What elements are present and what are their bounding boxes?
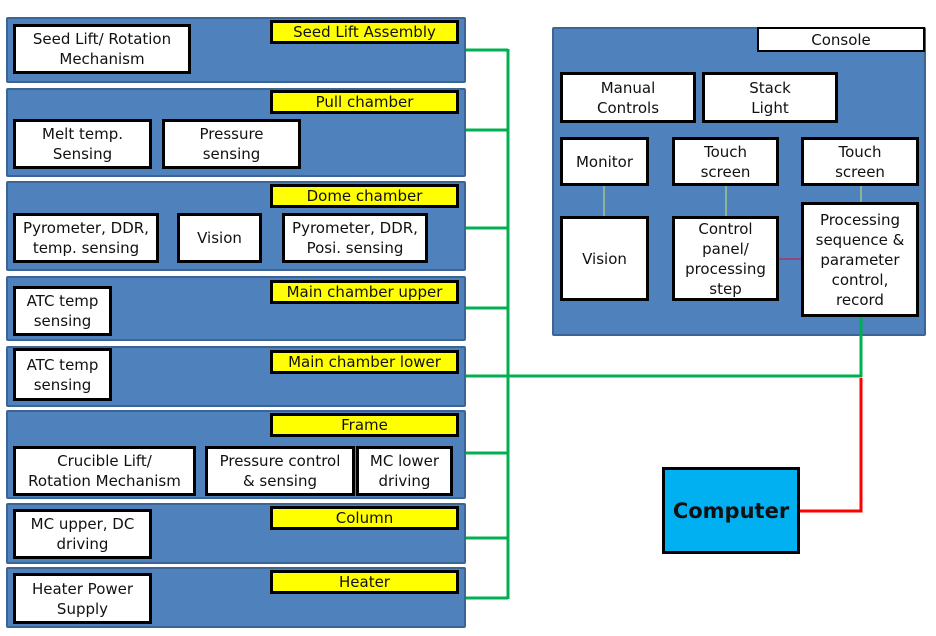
manual-controls-box: Manual Controls	[560, 72, 696, 123]
control-panel-box: Control panel/ processing step	[672, 216, 779, 301]
pyrometer-posi-box: Pyrometer, DDR, Posi. sensing	[282, 213, 428, 263]
vision-box: Vision	[177, 213, 262, 263]
label-seed-lift-assembly: Seed Lift Assembly	[270, 20, 459, 44]
label-pull-chamber: Pull chamber	[270, 90, 459, 114]
stack-light-box: Stack Light	[702, 72, 838, 123]
touch-screen-box-2: Touch screen	[801, 137, 919, 186]
atc-upper-box: ATC temp sensing	[13, 286, 112, 336]
label-column: Column	[270, 506, 459, 530]
pressure-sensing-box: Pressure sensing	[162, 119, 301, 169]
processing-sequence-box: Processing sequence & parameter control,…	[801, 202, 919, 317]
pyrometer-temp-box: Pyrometer, DDR, temp. sensing	[13, 213, 159, 263]
diagram: Seed Lift Assembly Pull chamber Dome cha…	[0, 0, 936, 636]
pressure-control-box: Pressure control & sensing	[205, 446, 355, 496]
touch-screen-box-1: Touch screen	[672, 137, 779, 186]
monitor-box: Monitor	[560, 137, 649, 186]
crucible-lift-box: Crucible Lift/ Rotation Mechanism	[13, 446, 196, 496]
label-main-chamber-lower: Main chamber lower	[270, 350, 459, 374]
console-vision-box: Vision	[560, 216, 649, 301]
heater-power-box: Heater Power Supply	[13, 573, 152, 624]
computer-box: Computer	[662, 467, 800, 554]
seed-lift-rotation-box: Seed Lift/ Rotation Mechanism	[13, 24, 191, 74]
console-label: Console	[757, 27, 925, 52]
signal-line	[799, 378, 863, 513]
melt-temp-box: Melt temp. Sensing	[13, 119, 152, 169]
mc-upper-box: MC upper, DC driving	[13, 509, 152, 559]
label-dome-chamber: Dome chamber	[270, 184, 459, 208]
label-frame: Frame	[270, 413, 459, 437]
atc-lower-box: ATC temp sensing	[13, 348, 112, 401]
label-heater: Heater	[270, 570, 459, 594]
label-main-chamber-upper: Main chamber upper	[270, 280, 459, 304]
mc-lower-box: MC lower driving	[356, 446, 453, 496]
